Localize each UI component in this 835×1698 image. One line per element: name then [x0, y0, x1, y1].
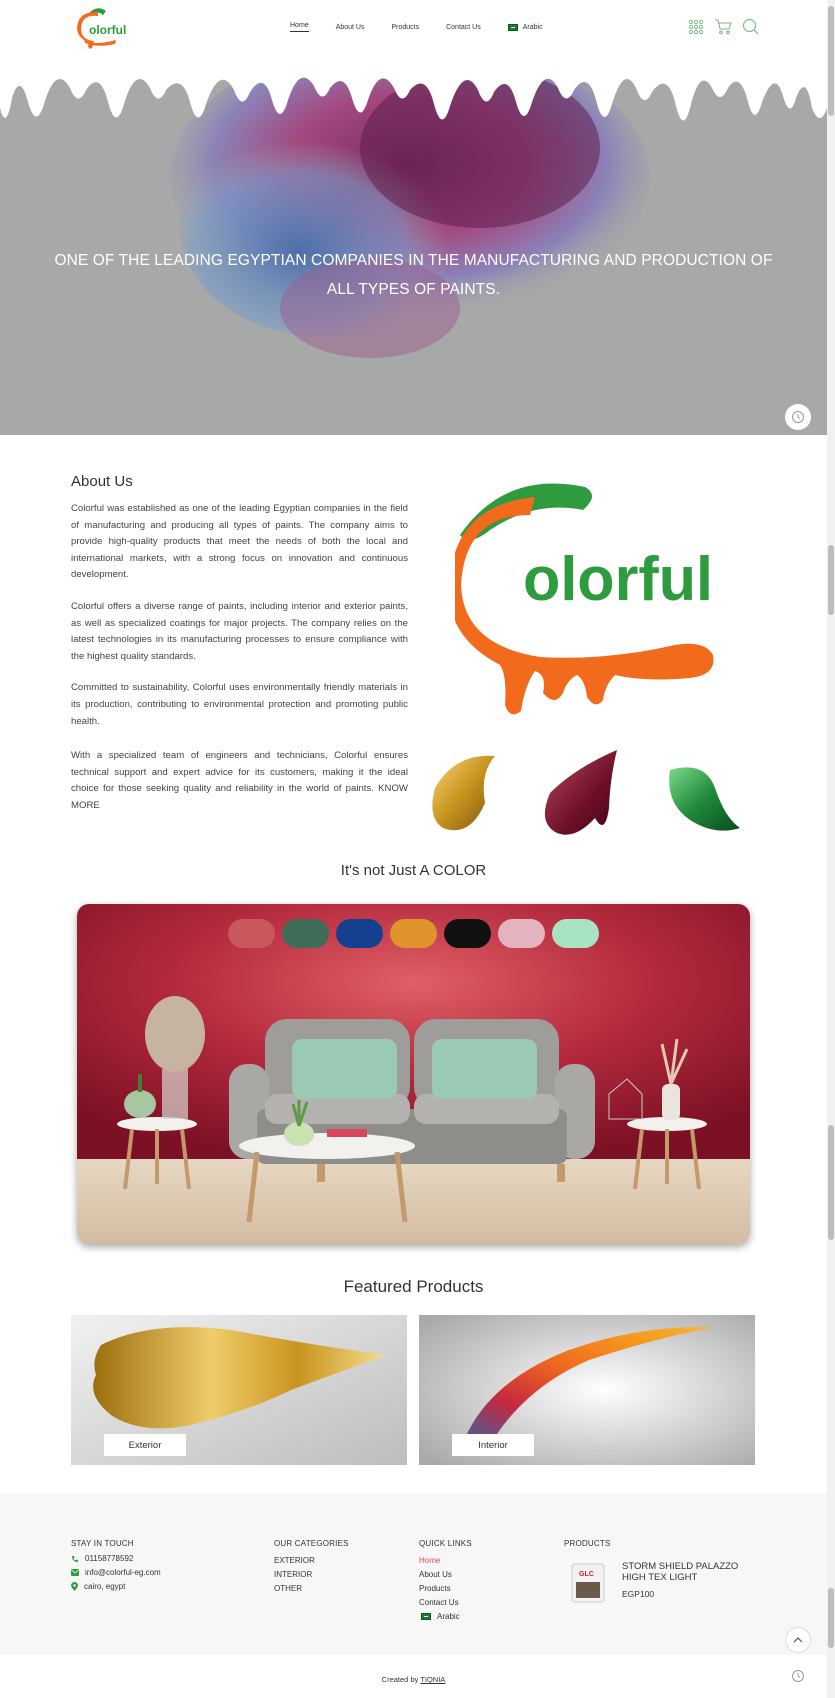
nav-arabic-label: Arabic	[522, 23, 543, 31]
nav-products-label: Products	[391, 23, 420, 31]
paint-drip-border	[0, 58, 827, 121]
footer-link-home[interactable]: Home	[419, 1556, 440, 1565]
phone-icon	[72, 1555, 78, 1562]
about-paragraph: Colorful was established as one of the l…	[71, 503, 408, 581]
color-chip[interactable]	[552, 919, 599, 948]
footer-link-arabic[interactable]: Arabic	[421, 1612, 460, 1621]
product-brand-badge: GLC	[579, 1571, 594, 1578]
nav-arabic[interactable]: Arabic	[507, 22, 543, 32]
history-button-footer[interactable]	[785, 1663, 811, 1689]
scrollbar-thumb[interactable]	[828, 6, 834, 116]
site-header: olorful Home About Us Products Contact U…	[0, 0, 827, 58]
search-icon[interactable]	[742, 18, 759, 40]
nav-contact-label: Contact Us	[446, 23, 481, 31]
green-splash	[669, 767, 740, 831]
footer-heading-quick-links: QUICK LINKS	[419, 1539, 472, 1548]
living-room-image	[77, 904, 750, 1244]
product-name[interactable]: STORM SHIELD PALAZZO HIGH TEX LIGHT	[622, 1561, 747, 1583]
footer-link-contact[interactable]: Contact Us	[419, 1598, 459, 1607]
footer-location: cairo, egypt	[71, 1582, 125, 1591]
footer-heading-categories: OUR CATEGORIES	[274, 1539, 349, 1548]
history-button[interactable]	[785, 404, 811, 430]
phone-text: 01158778592	[85, 1554, 134, 1563]
clock-icon	[792, 411, 804, 423]
about-title: About Us	[71, 473, 133, 490]
main-nav: Home About Us Products Contact Us Arabic	[290, 22, 570, 32]
grid-menu-icon[interactable]	[688, 19, 704, 40]
featured-title: Featured Products	[343, 1277, 484, 1296]
location-text: cairo, egypt	[84, 1582, 126, 1591]
gold-splash	[432, 755, 495, 831]
color-chip[interactable]	[498, 919, 545, 948]
scroll-to-top-button[interactable]	[785, 1627, 811, 1653]
color-chip[interactable]	[336, 919, 383, 948]
email-text: info@colorful-eg.com	[85, 1568, 161, 1577]
nav-contact[interactable]: Contact Us	[446, 22, 481, 32]
cart-icon[interactable]	[714, 18, 732, 40]
hero-divider	[0, 435, 835, 451]
scrollbar-segment	[828, 1125, 834, 1240]
scrollbar-segment	[828, 545, 834, 615]
credit-link[interactable]: TIQNIA	[420, 1675, 445, 1684]
paint-splash-swatches	[425, 748, 755, 838]
footer-link-products[interactable]: Products	[419, 1584, 451, 1593]
about-paragraph: Colorful offers a diverse range of paint…	[71, 600, 408, 662]
footer-link-about[interactable]: About Us	[419, 1570, 452, 1579]
footer-category-link[interactable]: OTHER	[274, 1584, 302, 1593]
footer-heading-stay: STAY IN TOUCH	[71, 1539, 134, 1548]
color-chip[interactable]	[444, 919, 491, 948]
colorful-logo-large: olorful	[449, 475, 720, 720]
nav-about[interactable]: About Us	[336, 22, 365, 32]
email-icon	[71, 1569, 79, 1576]
product-thumbnail[interactable]: GLC	[568, 1560, 608, 1606]
product-card-interior[interactable]: Interior	[419, 1315, 755, 1465]
page-scrollbar[interactable]	[827, 0, 835, 1698]
hero-headline: ONE OF THE LEADING EGYPTIAN COMPANIES IN…	[54, 252, 773, 298]
location-pin-icon	[71, 1582, 78, 1591]
footer-email[interactable]: info@colorful-eg.com	[71, 1568, 161, 1577]
saudi-flag-icon	[421, 1613, 431, 1620]
saudi-flag-icon	[507, 23, 518, 31]
nav-home[interactable]: Home	[290, 22, 309, 32]
room-visualizer	[77, 904, 750, 1244]
scrollbar-segment	[828, 1588, 834, 1648]
logo-text: olorful	[89, 23, 126, 37]
credit-prefix: Created by	[381, 1675, 419, 1684]
footer-phone[interactable]: 01158778592	[71, 1554, 133, 1563]
nav-home-label: Home	[290, 22, 309, 29]
color-chip[interactable]	[282, 919, 329, 948]
footer-category-link[interactable]: INTERIOR	[274, 1570, 312, 1579]
about-paragraph: With a specialized team of engineers and…	[71, 750, 408, 811]
large-logo-text: olorful	[523, 545, 713, 614]
nav-products[interactable]: Products	[391, 22, 419, 32]
header-icons	[688, 18, 759, 40]
color-chip-list	[77, 919, 750, 948]
color-section-title: It's not Just A COLOR	[340, 862, 487, 879]
product-card-exterior[interactable]: Exterior	[71, 1315, 407, 1465]
clock-icon	[792, 1670, 804, 1682]
footer-category-link[interactable]: EXTERIOR	[274, 1556, 315, 1565]
hero-banner: ONE OF THE LEADING EGYPTIAN COMPANIES IN…	[0, 58, 827, 435]
about-text: Colorful was established as one of the l…	[71, 501, 408, 830]
product-price: EGP100	[622, 1589, 655, 1599]
footer-heading-products: PRODUCTS	[564, 1539, 611, 1548]
nav-about-label: About Us	[335, 23, 365, 31]
color-chip[interactable]	[390, 919, 437, 948]
credit-text: Created by TIQNIA	[0, 1675, 827, 1684]
site-logo[interactable]: olorful	[76, 6, 126, 50]
product-label: Interior	[452, 1434, 534, 1456]
product-label: Exterior	[104, 1434, 186, 1456]
footer-arabic-label: Arabic	[437, 1612, 460, 1621]
color-chip[interactable]	[228, 919, 275, 948]
wine-splash	[544, 750, 617, 835]
chevron-up-icon	[793, 1637, 803, 1643]
about-paragraph: Committed to sustainability, Colorful us…	[71, 682, 408, 727]
